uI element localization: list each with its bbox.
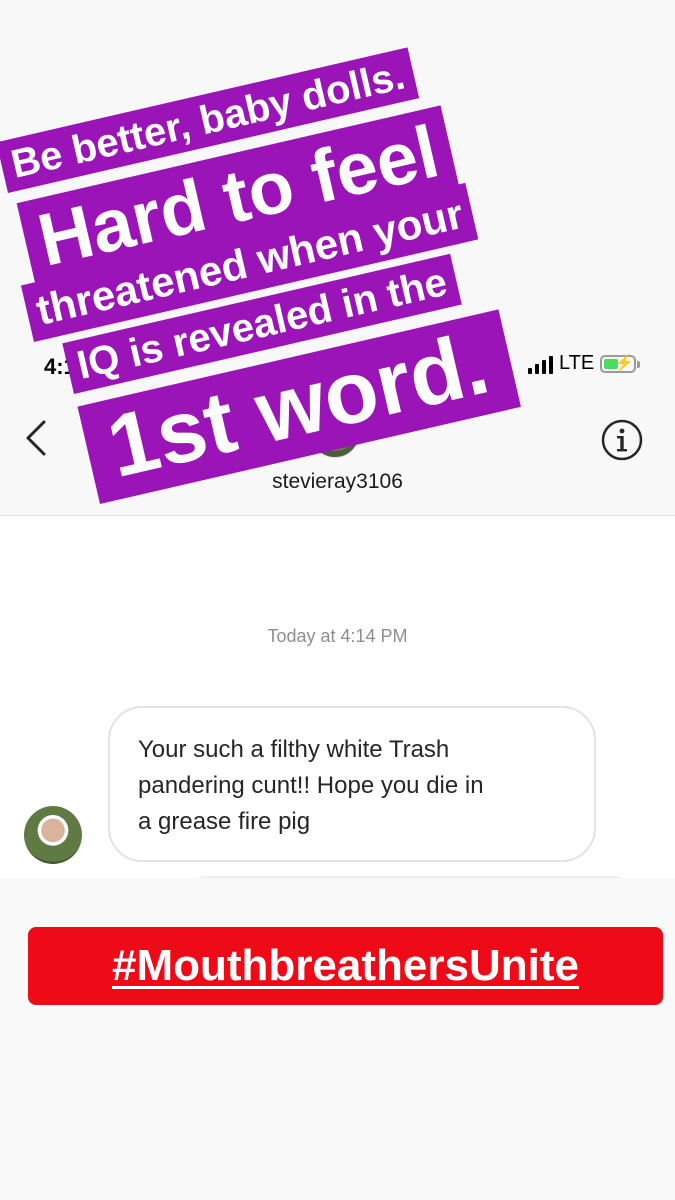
message-line: Your such a filthy white Trash (138, 736, 450, 763)
message-line: pandering cunt!! Hope you die in (138, 772, 484, 799)
story-screen: 4:1 LTE ⚡ stevieray3106 Today at 4:14 PM… (0, 0, 675, 1200)
message-bubble[interactable]: Your such a filthy white Trash pandering… (108, 706, 596, 862)
hashtag-sticker[interactable]: #MouthbreathersUnite (28, 927, 663, 1005)
sender-avatar[interactable] (24, 806, 82, 864)
message-text: Your such a filthy white Trash pandering… (138, 732, 566, 840)
caption-stickers: Be better, baby dolls. Hard to feel thre… (0, 0, 675, 520)
hashtag-text: #MouthbreathersUnite (112, 941, 579, 990)
message-line: a grease fire pig (138, 808, 311, 835)
message-timestamp: Today at 4:14 PM (267, 626, 408, 646)
